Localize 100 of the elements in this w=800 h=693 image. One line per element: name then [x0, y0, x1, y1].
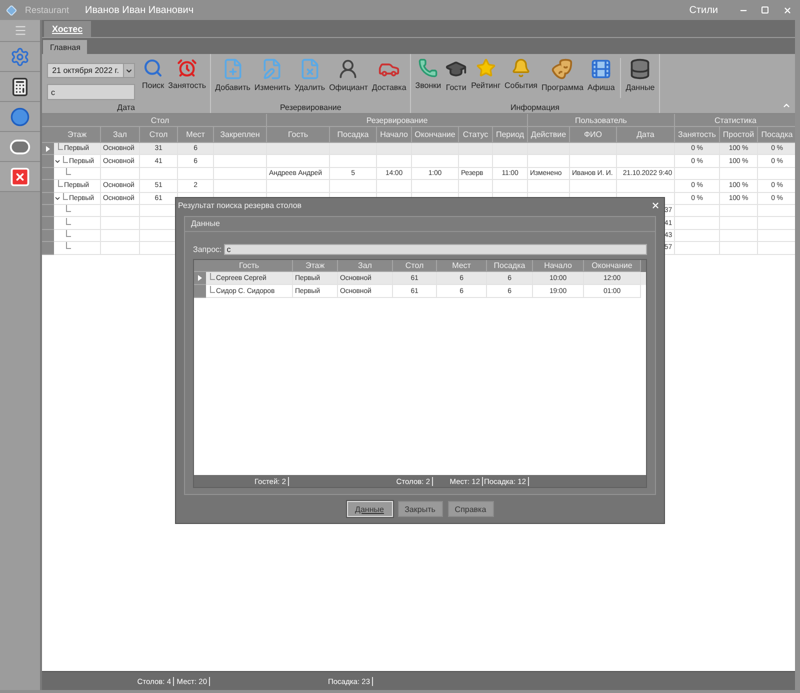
- close-icon: [651, 200, 660, 210]
- column-header[interactable]: Этаж: [293, 260, 338, 272]
- column-header[interactable]: ФИО: [570, 127, 617, 143]
- query-field[interactable]: с: [224, 244, 647, 255]
- database-icon: [629, 58, 652, 80]
- column-header[interactable]: Действие: [528, 127, 570, 143]
- ribbon-button[interactable]: Афиша: [586, 58, 616, 92]
- user-name: Иванов Иван Иванович: [85, 4, 194, 16]
- circle-icon: [10, 106, 30, 126]
- column-header[interactable]: Стол: [393, 260, 437, 272]
- group-label: Резервирование: [279, 102, 342, 113]
- column-group-header: Резервирование: [267, 114, 528, 127]
- column-header[interactable]: Зал: [101, 127, 140, 143]
- ribbon-button[interactable]: Гости: [444, 58, 468, 92]
- column-header[interactable]: Статус: [459, 127, 493, 143]
- ribbon-button[interactable]: Официант: [328, 58, 369, 92]
- column-header[interactable]: Окончание: [412, 127, 459, 143]
- ribbon-button[interactable]: Звонки: [414, 58, 442, 90]
- ribbon-button[interactable]: Добавить: [214, 58, 252, 92]
- ribbon-button[interactable]: Поиск: [141, 58, 166, 90]
- star-icon: [476, 58, 496, 78]
- tree-line: [58, 143, 63, 150]
- ribbon-button[interactable]: Изменить: [253, 58, 292, 92]
- column-header[interactable]: Простой: [720, 127, 758, 143]
- styles-menu[interactable]: Стили: [689, 4, 718, 16]
- column-header[interactable]: Мест: [178, 127, 214, 143]
- column-header[interactable]: Окончание: [584, 260, 641, 272]
- column-header[interactable]: Гость: [206, 260, 293, 272]
- ribbon-button[interactable]: Занятость: [167, 58, 208, 90]
- ribbon-button[interactable]: Данные: [624, 58, 656, 92]
- caret-icon: [125, 66, 133, 74]
- date-picker[interactable]: 21 октября 2022 г.: [47, 63, 135, 78]
- expand-chevron-icon[interactable]: [54, 194, 61, 202]
- alarm-clock-icon: [177, 58, 198, 78]
- calculator-button[interactable]: [0, 72, 40, 102]
- menu-icon: [14, 24, 26, 37]
- tree-line: [210, 286, 215, 292]
- tree-line: [66, 218, 71, 225]
- toggle-button[interactable]: [0, 132, 40, 162]
- column-group-header: Пользователь: [528, 114, 675, 127]
- expand-chevron-icon[interactable]: [54, 158, 61, 165]
- column-header[interactable]: Посадка: [330, 127, 377, 143]
- column-header[interactable]: Начало: [377, 127, 412, 143]
- column-group-header: Статистика: [675, 114, 795, 127]
- tree-line: [210, 272, 215, 280]
- tree-line: [66, 205, 71, 212]
- column-header[interactable]: Начало: [533, 260, 584, 272]
- corner-header: [194, 260, 206, 272]
- group-label: Дата: [116, 102, 136, 113]
- ribbon-button[interactable]: Удалить: [294, 58, 326, 92]
- chevron-up-icon: [782, 101, 791, 110]
- column-header[interactable]: Гость: [267, 127, 330, 143]
- film-icon: [590, 58, 612, 80]
- tree-line: [66, 242, 71, 250]
- row-header[interactable]: [194, 272, 206, 285]
- row-header[interactable]: [42, 230, 54, 242]
- column-header[interactable]: Зал: [338, 260, 393, 272]
- close-button[interactable]: [651, 200, 660, 210]
- maximize-icon: [761, 6, 769, 14]
- column-header[interactable]: Закреплен: [214, 127, 267, 143]
- menu-button[interactable]: [0, 20, 40, 42]
- column-header[interactable]: Период: [493, 127, 528, 143]
- search-icon: [143, 58, 164, 78]
- ribbon-tab[interactable]: Главная: [43, 40, 88, 54]
- row-pointer-icon: [198, 275, 202, 281]
- tree-line: [58, 180, 63, 188]
- exit-button[interactable]: [0, 162, 40, 192]
- row-header[interactable]: [194, 285, 206, 298]
- tree-line: [66, 230, 71, 237]
- app-name: Restaurant: [25, 5, 70, 15]
- theater-masks-icon: [551, 58, 574, 80]
- column-header[interactable]: Стол: [140, 127, 178, 143]
- panel-title: Данные: [185, 217, 655, 232]
- dialog-button[interactable]: Закрыть: [398, 501, 442, 517]
- gear-icon: [10, 46, 30, 66]
- column-group-header: Стол: [54, 114, 267, 127]
- calculator-icon: [10, 76, 30, 96]
- dialog-button[interactable]: Справка: [448, 501, 494, 517]
- collapse-ribbon-button[interactable]: [782, 101, 791, 110]
- row-header[interactable]: [42, 242, 54, 255]
- row-header[interactable]: [42, 217, 54, 230]
- ribbon-button[interactable]: Программа: [540, 58, 584, 92]
- close-icon: [9, 166, 31, 188]
- dropdown-button[interactable]: [123, 64, 134, 77]
- search-field[interactable]: с: [47, 84, 135, 100]
- ribbon-button[interactable]: События: [503, 58, 539, 90]
- app-logo-icon: [6, 4, 17, 16]
- page-tab[interactable]: Хостес: [44, 21, 91, 37]
- ribbon-button[interactable]: Доставка: [370, 58, 408, 92]
- column-header[interactable]: Этаж: [54, 127, 101, 143]
- column-header[interactable]: Посадка: [487, 260, 533, 272]
- tree-line: [63, 192, 68, 200]
- ribbon-button[interactable]: Рейтинг: [470, 58, 502, 90]
- group-label: Информация: [509, 102, 560, 113]
- column-header[interactable]: Дата: [617, 127, 675, 143]
- dialog-button[interactable]: Данные: [346, 501, 392, 517]
- column-header[interactable]: Занятость: [675, 127, 720, 143]
- column-header[interactable]: Мест: [437, 260, 487, 272]
- row-pointer-icon: [46, 146, 50, 152]
- file-pen-icon: [261, 58, 284, 80]
